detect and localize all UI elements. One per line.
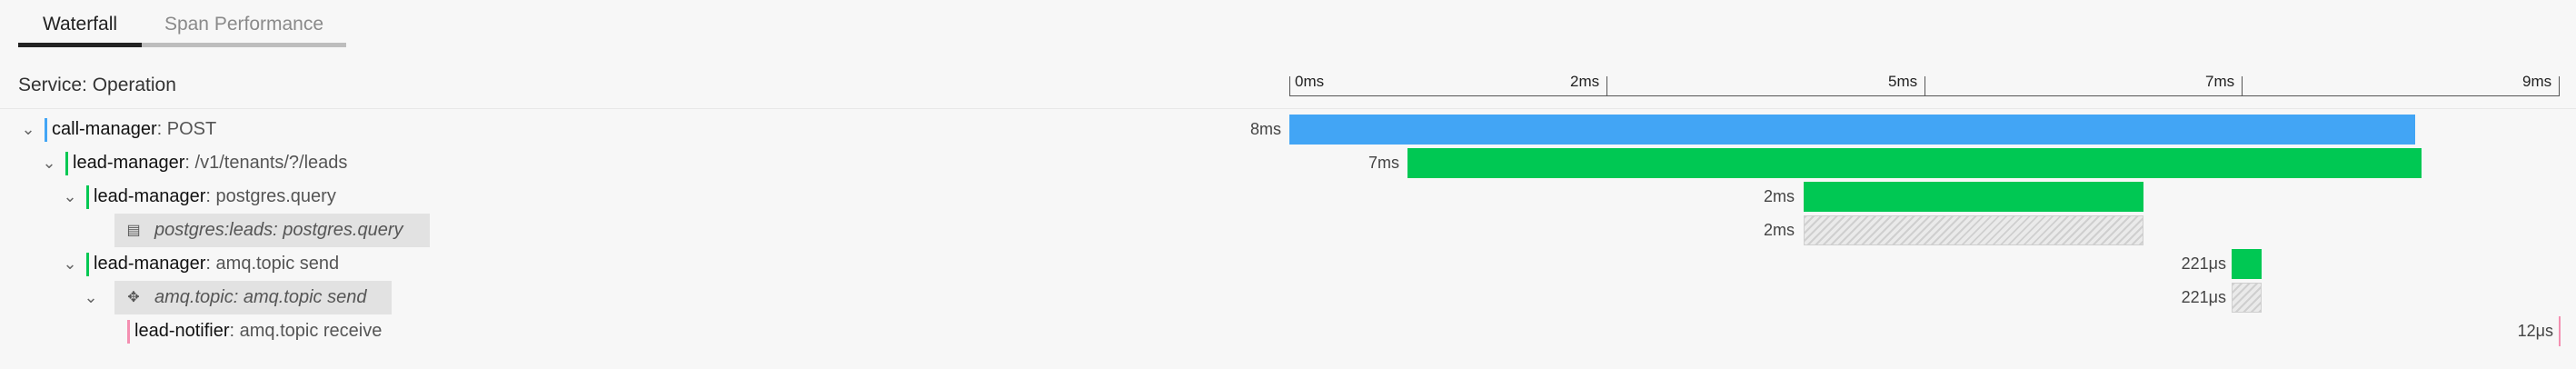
operation-name: : /v1/tenants/?/leads <box>184 153 348 173</box>
infra-span-box: ▤ postgres:leads: postgres.query <box>114 214 430 247</box>
service-name: lead-notifier <box>134 321 230 341</box>
service-color-bar <box>86 253 89 276</box>
span-label: amq.topic: amq.topic send <box>154 281 366 314</box>
span-bar[interactable] <box>1289 115 2415 145</box>
time-axis: 0ms 2ms 5ms 7ms 9ms <box>1289 71 2560 96</box>
service-color-bar <box>65 152 68 175</box>
queue-icon: ✥ <box>127 290 140 305</box>
span-duration: 8ms <box>1249 120 1281 138</box>
operation-name: : POST <box>156 119 217 139</box>
axis-tick-label: 9ms <box>2522 73 2552 90</box>
span-duration: 7ms <box>1368 154 1399 172</box>
service-color-bar <box>45 118 47 142</box>
chevron-down-icon[interactable]: ⌄ <box>39 146 59 180</box>
tab-span-performance[interactable]: Span Performance <box>142 0 346 45</box>
chevron-down-icon[interactable]: ⌄ <box>60 247 80 281</box>
tab-waterfall[interactable]: Waterfall <box>18 0 142 45</box>
span-bar[interactable] <box>2559 316 2561 346</box>
span-bar[interactable] <box>2232 283 2262 313</box>
span-duration: 2ms <box>1763 187 1795 205</box>
service-name: call-manager <box>52 119 157 139</box>
span-row[interactable]: ⌄ lead-manager: postgres.query 2ms <box>0 180 2576 214</box>
span-bar[interactable] <box>2232 249 2262 279</box>
service-operation-header: Service: Operation <box>18 75 176 95</box>
axis-tick-label: 5ms <box>1888 73 1918 90</box>
chevron-down-icon[interactable]: ⌄ <box>81 281 101 314</box>
span-row[interactable]: ⌄ lead-manager: /v1/tenants/?/leads 7ms <box>0 146 2576 180</box>
span-row[interactable]: ⌄ lead-manager: amq.topic send 221μs <box>0 247 2576 281</box>
service-name: amq.topic <box>154 287 234 307</box>
axis-tick <box>1606 76 1607 96</box>
span-bar[interactable] <box>1804 215 2143 245</box>
operation-name: : amq.topic send <box>233 287 367 307</box>
infra-span-box: ✥ amq.topic: amq.topic send <box>114 281 392 314</box>
span-label: lead-manager: postgres.query <box>94 180 336 214</box>
span-bar[interactable] <box>1804 182 2143 212</box>
tab-span-performance-underline <box>142 43 346 47</box>
database-icon: ▤ <box>126 223 141 238</box>
span-label: call-manager: POST <box>52 113 216 146</box>
service-color-bar <box>86 185 89 209</box>
span-duration: 221μs <box>2181 288 2226 306</box>
axis-tick <box>1289 76 1290 96</box>
span-label: lead-manager: /v1/tenants/?/leads <box>73 146 347 180</box>
span-label: lead-notifier: amq.topic receive <box>134 314 382 348</box>
header-divider <box>0 108 2576 109</box>
service-color-bar <box>127 320 130 344</box>
span-row[interactable]: ▤ postgres:leads: postgres.query 2ms <box>0 214 2576 247</box>
span-duration: 221μs <box>2181 254 2226 273</box>
span-row[interactable]: lead-notifier: amq.topic receive 12μs <box>0 314 2576 348</box>
span-label: postgres:leads: postgres.query <box>154 214 403 247</box>
axis-tick-label: 0ms <box>1295 73 1325 90</box>
span-duration: 2ms <box>1763 221 1795 239</box>
span-bar[interactable] <box>1407 148 2422 178</box>
chevron-down-icon[interactable]: ⌄ <box>18 113 38 146</box>
operation-name: : postgres.query <box>205 186 336 206</box>
span-duration: 12μs <box>2517 322 2553 340</box>
operation-name: : amq.topic receive <box>229 321 383 341</box>
service-name: lead-manager <box>94 254 206 274</box>
service-name: lead-manager <box>94 186 206 206</box>
axis-tick <box>2242 76 2243 96</box>
axis-tick <box>2559 76 2560 96</box>
axis-tick-label: 7ms <box>2205 73 2235 90</box>
operation-name: : postgres.query <box>273 220 403 240</box>
tab-waterfall-underline <box>18 43 142 47</box>
span-label: lead-manager: amq.topic send <box>94 247 339 281</box>
span-row[interactable]: ⌄ call-manager: POST 8ms <box>0 113 2576 146</box>
service-name: lead-manager <box>73 153 185 173</box>
operation-name: : amq.topic send <box>205 254 340 274</box>
chevron-down-icon[interactable]: ⌄ <box>60 180 80 214</box>
span-row[interactable]: ⌄ ✥ amq.topic: amq.topic send 221μs <box>0 281 2576 314</box>
service-name: postgres:leads <box>154 220 274 240</box>
axis-tick-label: 2ms <box>1570 73 1600 90</box>
